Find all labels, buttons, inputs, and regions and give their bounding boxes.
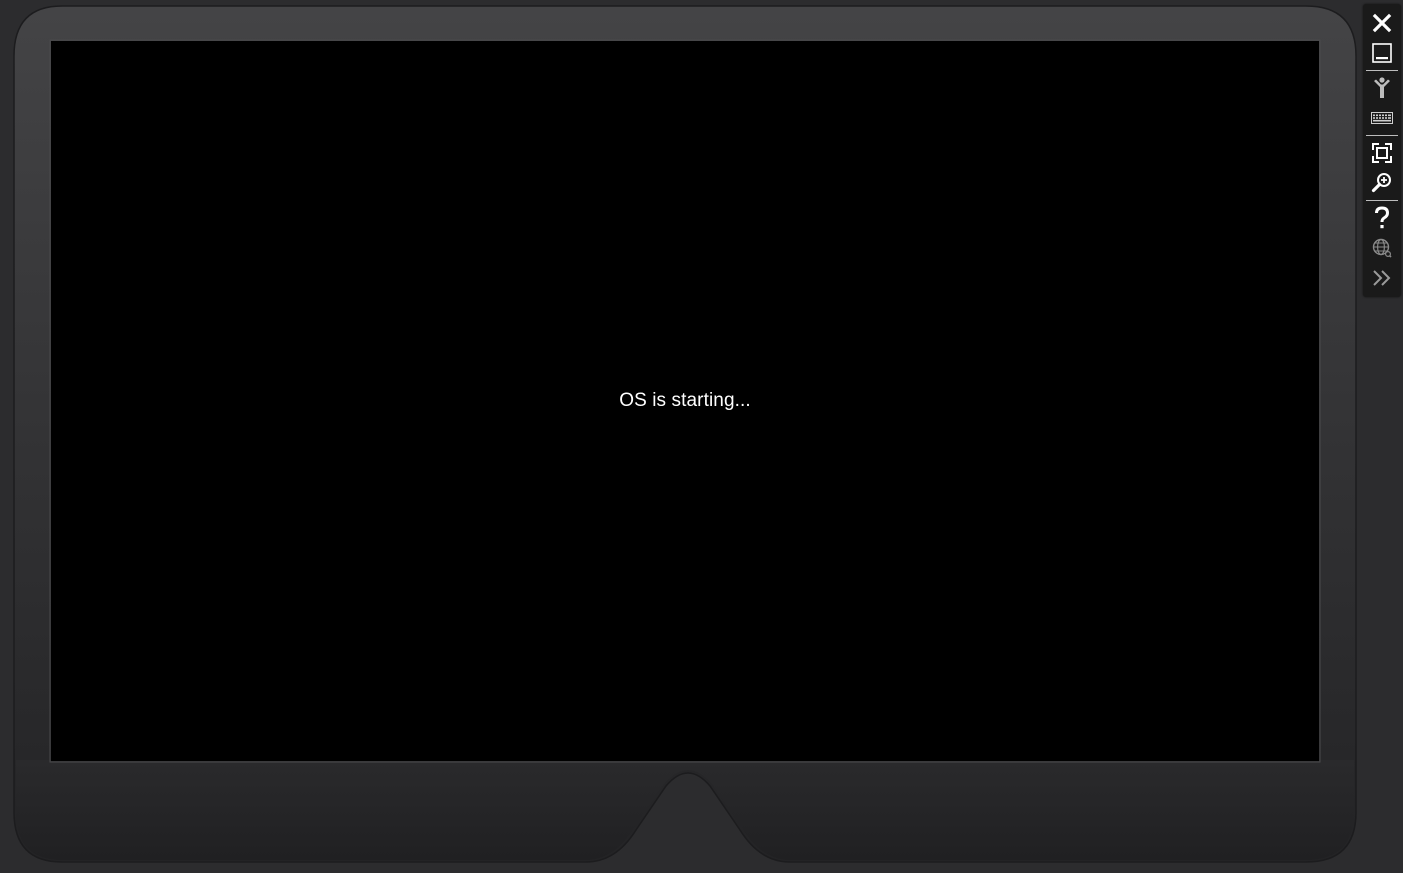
device-screen[interactable]: OS is starting... [51, 41, 1319, 761]
close-icon [1372, 13, 1392, 33]
help-icon [1375, 206, 1390, 229]
boot-status-text: OS is starting... [619, 390, 751, 411]
minimize-icon [1372, 43, 1392, 63]
fit-screen-icon [1372, 143, 1392, 163]
toolbar-separator [1366, 135, 1398, 136]
emulator-window: OS is starting... [0, 0, 1403, 873]
additional-tools-button[interactable] [1363, 263, 1401, 293]
rotate-device-icon [1374, 77, 1390, 98]
keyboard-button[interactable] [1363, 103, 1401, 133]
rotate-device-button[interactable] [1363, 73, 1401, 103]
double-chevron-right-icon [1373, 270, 1391, 286]
keyboard-icon [1371, 112, 1393, 124]
fit-screen-button[interactable] [1363, 138, 1401, 168]
minimize-button[interactable] [1363, 38, 1401, 68]
zoom-icon [1371, 173, 1391, 193]
toolbar-separator [1366, 200, 1398, 201]
zoom-button[interactable] [1363, 168, 1401, 198]
emulator-toolbar [1363, 4, 1401, 297]
help-button[interactable] [1363, 203, 1401, 233]
network-button[interactable] [1363, 233, 1401, 263]
close-button[interactable] [1363, 8, 1401, 38]
globe-icon [1372, 238, 1392, 258]
toolbar-separator [1366, 70, 1398, 71]
